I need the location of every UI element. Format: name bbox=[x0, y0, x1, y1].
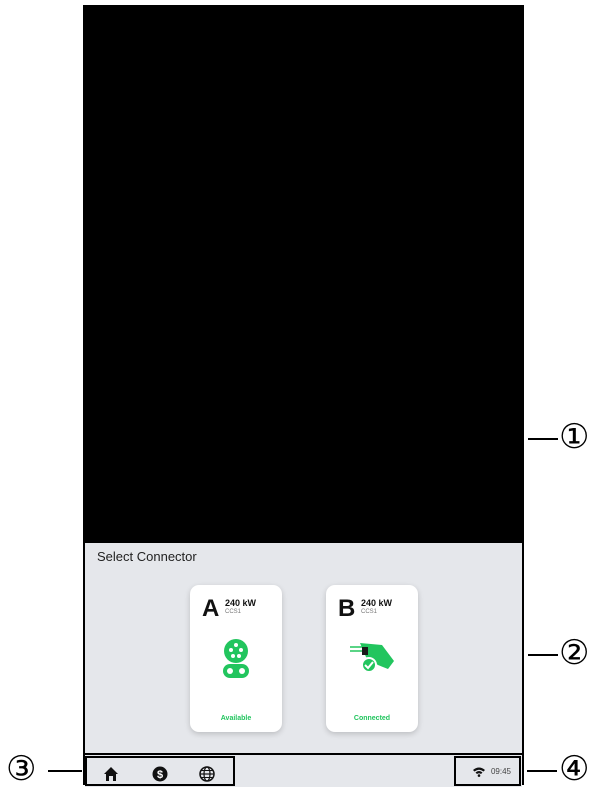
connector-type: CCS1 bbox=[225, 609, 242, 615]
callout-line-4 bbox=[527, 770, 557, 772]
callout-number-4: ④ bbox=[559, 749, 590, 789]
callout-number-3: ③ bbox=[6, 749, 37, 789]
callout-line-2 bbox=[528, 654, 558, 656]
taskbar-nav-group: $ bbox=[85, 756, 235, 786]
connector-card-b[interactable]: B 240 kW CCS1 Connected bbox=[326, 585, 418, 732]
svg-text:$: $ bbox=[157, 769, 163, 781]
connector-status: Available bbox=[220, 715, 252, 722]
device-screen: Select Connector A 240 kW CCS1 Available… bbox=[83, 5, 524, 787]
callout-line-3 bbox=[48, 770, 82, 772]
ccs1-socket-icon bbox=[223, 639, 249, 678]
clock-time: 09:45 bbox=[490, 767, 511, 776]
taskbar-status-group: 09:45 bbox=[454, 756, 521, 786]
connector-letter: B bbox=[338, 595, 356, 622]
wifi-icon bbox=[473, 767, 485, 777]
plugged-connector-icon bbox=[350, 643, 394, 673]
connector-power: 240 kW bbox=[225, 598, 257, 608]
bottom-taskbar: $ 09:45 bbox=[85, 753, 522, 787]
home-icon[interactable] bbox=[103, 766, 119, 782]
connector-status: Connected bbox=[353, 715, 391, 722]
video-display-area bbox=[85, 5, 522, 543]
connector-power: 240 kW bbox=[361, 598, 393, 608]
connector-type: CCS1 bbox=[361, 609, 378, 615]
callout-line-1 bbox=[528, 438, 558, 440]
dollar-icon[interactable]: $ bbox=[152, 766, 168, 782]
connector-card-a[interactable]: A 240 kW CCS1 Available bbox=[190, 585, 282, 732]
callout-number-1: ① bbox=[559, 417, 590, 457]
connector-letter: A bbox=[202, 595, 220, 622]
callout-number-2: ② bbox=[559, 633, 590, 673]
select-connector-title: Select Connector bbox=[97, 549, 197, 564]
globe-icon[interactable] bbox=[199, 766, 215, 782]
